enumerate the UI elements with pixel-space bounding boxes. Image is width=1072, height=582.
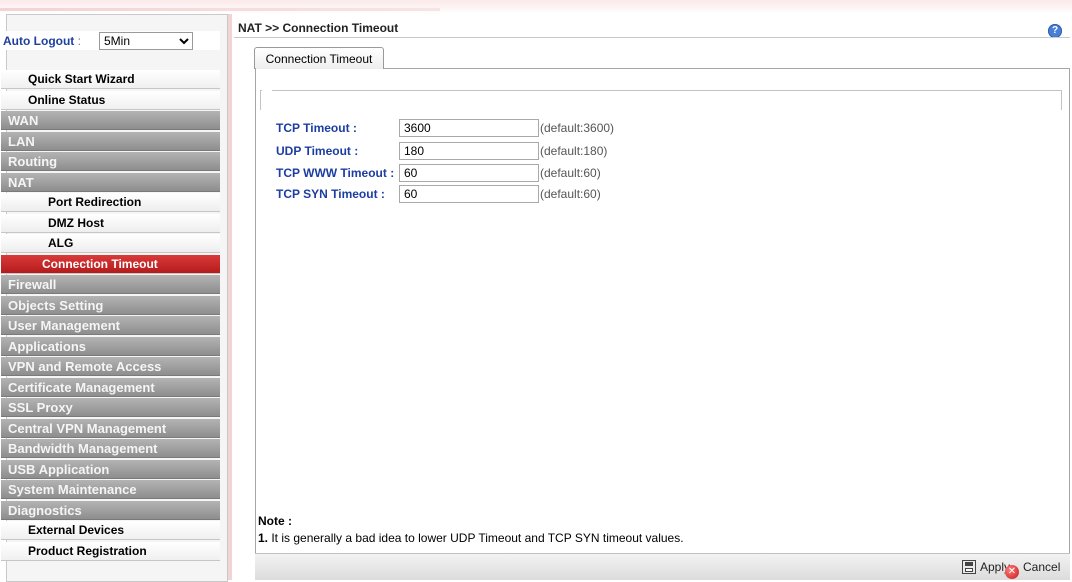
top-strip-line (0, 8, 440, 11)
udp-timeout-hint: (default:180) (540, 144, 607, 158)
sidebar-item-connection-timeout[interactable]: Connection Timeout (1, 255, 220, 274)
auto-logout-label-text: Auto Logout (3, 34, 74, 48)
sidebar-item-vpn-and-remote-access[interactable]: VPN and Remote Access (1, 357, 220, 376)
note-title: Note : (258, 514, 292, 528)
group-frame-left (260, 90, 261, 110)
sidebar-item-alg[interactable]: ALG (1, 234, 220, 253)
note-text: 1. It is generally a bad idea to lower U… (258, 531, 684, 545)
udp-timeout-row: UDP Timeout : (default:180) (276, 142, 976, 162)
auto-logout: Auto Logout : 5Min (1, 31, 220, 50)
sidebar-item-user-management[interactable]: User Management (1, 316, 220, 335)
udp-timeout-label: UDP Timeout : (276, 144, 358, 158)
sidebar-item-objects-setting[interactable]: Objects Setting (1, 296, 220, 315)
cancel-button[interactable]: ✕ Cancel (1005, 558, 1060, 576)
sidebar-edge (228, 14, 232, 580)
breadcrumb: NAT >> Connection Timeout (238, 21, 398, 35)
top-strip (0, 0, 1072, 14)
tcp-syn-timeout-hint: (default:60) (540, 187, 601, 201)
sidebar-item-system-maintenance[interactable]: System Maintenance (1, 480, 220, 499)
tcp-syn-timeout-input[interactable] (399, 185, 539, 203)
sidebar-item-dmz-host[interactable]: DMZ Host (1, 214, 220, 233)
sidebar-item-port-redirection[interactable]: Port Redirection (1, 193, 220, 212)
group-frame-right (1061, 90, 1062, 110)
tcp-www-timeout-input[interactable] (399, 164, 539, 182)
sidebar-item-applications[interactable]: Applications (1, 337, 220, 356)
tcp-www-timeout-row: TCP WWW Timeout : (default:60) (276, 164, 976, 184)
sidebar-item-quick-start-wizard[interactable]: Quick Start Wizard (1, 70, 220, 89)
sidebar-item-wan[interactable]: WAN (1, 111, 220, 130)
sidebar-item-lan[interactable]: LAN (1, 132, 220, 151)
cancel-icon: ✕ (1005, 565, 1019, 579)
tab-connection-timeout[interactable]: Connection Timeout (254, 47, 384, 69)
sidebar-item-firewall[interactable]: Firewall (1, 275, 220, 294)
sidebar-item-online-status[interactable]: Online Status (1, 91, 220, 110)
tcp-syn-timeout-label: TCP SYN Timeout : (276, 187, 385, 201)
tab-panel-top-border (384, 68, 1070, 69)
group-frame-top (260, 90, 1062, 91)
tcp-www-timeout-label: TCP WWW Timeout : (276, 166, 394, 180)
tcp-www-timeout-hint: (default:60) (540, 166, 601, 180)
group-legend-gap (262, 88, 272, 92)
auto-logout-separator: : (74, 34, 81, 48)
sidebar-item-nat[interactable]: NAT (1, 173, 220, 192)
tcp-timeout-label: TCP Timeout : (276, 121, 357, 135)
note-body: It is generally a bad idea to lower UDP … (268, 531, 684, 545)
tcp-syn-timeout-row: TCP SYN Timeout : (default:60) (276, 185, 976, 205)
tcp-timeout-input[interactable] (399, 119, 539, 137)
auto-logout-select[interactable]: 5Min (99, 32, 193, 50)
sidebar-item-bandwidth-management[interactable]: Bandwidth Management (1, 439, 220, 458)
sidebar-item-usb-application[interactable]: USB Application (1, 460, 220, 479)
save-icon (962, 560, 976, 574)
sidebar-item-external-devices[interactable]: External Devices (1, 521, 220, 540)
sidebar-item-certificate-management[interactable]: Certificate Management (1, 378, 220, 397)
tcp-timeout-row: TCP Timeout : (default:3600) (276, 119, 976, 139)
footer-bar (255, 553, 1070, 580)
sidebar-item-central-vpn-management[interactable]: Central VPN Management (1, 419, 220, 438)
udp-timeout-input[interactable] (399, 142, 539, 160)
cancel-label: Cancel (1023, 560, 1060, 574)
auto-logout-label: Auto Logout : (3, 34, 81, 48)
sidebar-item-product-registration[interactable]: Product Registration (1, 542, 220, 561)
sidebar-item-diagnostics[interactable]: Diagnostics (1, 501, 220, 520)
tcp-timeout-hint: (default:3600) (540, 121, 614, 135)
help-icon[interactable]: ? (1048, 24, 1062, 38)
sidebar-item-ssl-proxy[interactable]: SSL Proxy (1, 398, 220, 417)
sidebar-item-routing[interactable]: Routing (1, 152, 220, 171)
note-number: 1. (258, 531, 268, 545)
apply-button[interactable]: Apply (962, 558, 1010, 576)
header-divider (234, 37, 1070, 38)
